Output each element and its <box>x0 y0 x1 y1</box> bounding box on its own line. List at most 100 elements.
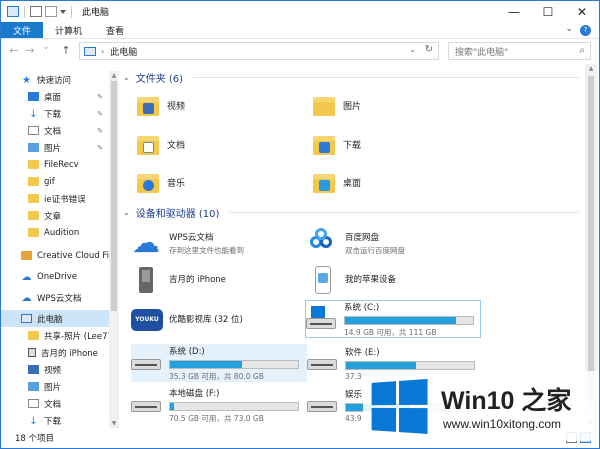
folder-desktop[interactable]: 桌面 <box>313 165 483 199</box>
tab-computer[interactable]: 计算机 <box>43 22 94 38</box>
drive-d[interactable]: 系统 (D:) 35.3 GB 可用，共 80.0 GB <box>131 344 307 382</box>
pc-icon <box>21 314 32 323</box>
group-divider <box>193 77 579 78</box>
sidebar-item-articles[interactable]: 文章 <box>1 207 109 224</box>
pin-icon[interactable]: ✎ <box>97 110 103 118</box>
system-drive-icon <box>306 304 336 334</box>
breadcrumb-separator[interactable]: › <box>101 47 104 56</box>
sidebar-item-quick-access[interactable]: ★ 快速访问 <box>1 71 109 88</box>
folder-music[interactable]: 音乐 <box>137 165 307 199</box>
sidebar-item-label: Creative Cloud Fil <box>37 250 109 261</box>
folder-downloads[interactable]: 下载 <box>313 127 483 161</box>
sidebar-item-label: 下载 <box>44 109 62 120</box>
download-icon: ↓ <box>29 109 38 120</box>
new-folder-icon[interactable] <box>45 6 57 17</box>
search-icon: ⌕ <box>579 45 585 56</box>
sidebar-item-shared-photos[interactable]: 共享-照片 (Lee77 <box>1 327 109 344</box>
device-name: 优酷影视库 (32 位) <box>169 315 243 325</box>
sidebar-item-desktop[interactable]: 桌面 ✎ <box>1 88 109 105</box>
desktop-folder-icon <box>313 171 335 193</box>
sidebar-item-creative-cloud[interactable]: Creative Cloud Fil <box>1 247 109 264</box>
help-button[interactable]: ? <box>580 25 591 36</box>
drive-f[interactable]: 本地磁盘 (F:) 70.5 GB 可用，共 73.0 GB <box>131 386 307 424</box>
device-name: WPS云文档 <box>169 232 214 243</box>
collapse-chevron-icon[interactable]: ⌄ <box>123 208 130 217</box>
device-iphone[interactable]: 吉月的 iPhone <box>131 261 307 299</box>
sidebar-item-label: WPS云文档 <box>37 293 82 304</box>
download-icon: ↓ <box>29 416 38 427</box>
scroll-up-arrow-icon[interactable]: ▲ <box>110 72 118 79</box>
sidebar-item-pictures[interactable]: 图片 ✎ <box>1 139 109 156</box>
hard-drive-icon <box>131 390 161 420</box>
device-my-apple-devices[interactable]: 我的苹果设备 <box>307 261 483 299</box>
sidebar-item-label: 图片 <box>44 382 62 393</box>
folder-label: 音乐 <box>167 178 186 189</box>
item-count: 18 个项目 <box>15 434 55 444</box>
sidebar-item-onedrive[interactable]: ☁ OneDrive <box>1 268 109 285</box>
videos-folder-icon <box>137 94 159 116</box>
device-name: 百度网盘 <box>345 232 380 243</box>
close-button[interactable]: ✕ <box>565 1 599 22</box>
drive-c[interactable]: 系统 (C:) 14.9 GB 可用，共 111 GB <box>305 300 481 338</box>
customize-toolbar-dropdown-icon[interactable] <box>60 9 66 14</box>
sidebar-item-videos[interactable]: 视频 <box>1 361 109 378</box>
tab-file[interactable]: 文件 <box>1 22 44 38</box>
sidebar-item-ie-cert-error[interactable]: ie证书错误 <box>1 190 109 207</box>
minimize-button[interactable]: — <box>497 1 531 22</box>
sidebar-item-documents[interactable]: 文档 ✎ <box>1 122 109 139</box>
device-youku[interactable]: YOUKU 优酷影视库 (32 位) <box>131 301 307 339</box>
hard-drive-icon <box>307 348 337 378</box>
group-title: 文件夹 (6) <box>135 73 184 85</box>
sidebar-item-filerecv[interactable]: FileRecv <box>1 156 109 173</box>
breadcrumb-this-pc[interactable]: 此电脑 <box>110 45 137 58</box>
devices-group-header[interactable]: ⌄ 设备和驱动器 (10) <box>123 205 219 220</box>
toolbar-divider <box>71 5 72 18</box>
back-button[interactable]: ← <box>7 44 21 57</box>
search-input[interactable]: 搜索"此电脑" ⌕ <box>448 42 591 60</box>
pin-icon[interactable]: ✎ <box>97 127 103 135</box>
address-dropdown-icon[interactable]: ⌄ <box>409 45 416 54</box>
sidebar-item-gif[interactable]: gif <box>1 173 109 190</box>
sidebar-item-label: 视频 <box>44 365 62 376</box>
refresh-icon[interactable]: ↻ <box>425 44 433 55</box>
recent-locations-button[interactable]: ⌄ <box>39 42 53 52</box>
sidebar-item-iphone[interactable]: 吉月的 iPhone <box>1 344 109 361</box>
forward-button[interactable]: → <box>23 44 37 57</box>
folder-label: 下载 <box>343 140 362 151</box>
drive-usage-bar <box>169 359 299 369</box>
pin-icon[interactable]: ✎ <box>97 93 103 101</box>
collapse-chevron-icon[interactable]: ⌄ <box>123 73 130 82</box>
maximize-button[interactable]: ☐ <box>531 1 565 22</box>
address-bar[interactable]: › 此电脑 ⌄ ↻ <box>79 42 439 60</box>
sidebar-item-label: FileRecv <box>44 159 79 170</box>
folder-documents[interactable]: 文档 <box>137 127 307 161</box>
sidebar-item-downloads-2[interactable]: ↓ 下载 <box>1 412 109 428</box>
scroll-down-arrow-icon[interactable]: ▼ <box>110 420 118 427</box>
up-button[interactable]: ↑ <box>59 44 73 57</box>
folders-group-header[interactable]: ⌄ 文件夹 (6) <box>123 70 184 85</box>
sidebar-item-this-pc[interactable]: 此电脑 <box>1 310 109 327</box>
site-watermark: Win10 之家 www.win10xitong.com <box>363 371 599 441</box>
pin-icon[interactable]: ✎ <box>97 144 103 152</box>
sidebar-scroll-thumb[interactable] <box>111 81 117 311</box>
device-baidu-netdisk[interactable]: 百度网盘 双击运行百度网盘 <box>307 224 483 262</box>
sidebar-item-wps-cloud[interactable]: ☁ WPS云文档 <box>1 289 109 306</box>
sidebar-scrollbar[interactable]: ▲ ▼ <box>109 71 119 428</box>
sidebar-item-downloads[interactable]: ↓ 下载 ✎ <box>1 105 109 122</box>
expand-ribbon-chevron-icon[interactable]: ⌄ <box>565 24 573 34</box>
wps-cloud-icon: ☁ <box>21 293 32 304</box>
sidebar-item-audition[interactable]: Audition <box>1 224 109 241</box>
device-wps-cloud[interactable]: ☁ WPS云文档 存到这里文件也能看到 <box>131 224 307 262</box>
sidebar-item-label: 文档 <box>44 126 62 137</box>
folder-pictures[interactable]: 图片 <box>313 88 483 122</box>
scroll-up-arrow-icon[interactable]: ▲ <box>587 65 595 72</box>
properties-icon[interactable] <box>30 6 42 17</box>
videos-icon <box>28 365 39 374</box>
tab-view[interactable]: 查看 <box>94 22 136 38</box>
content-scroll-thumb[interactable] <box>588 76 594 406</box>
sidebar-item-pictures-2[interactable]: 图片 <box>1 378 109 395</box>
sidebar-item-documents-2[interactable]: 文档 <box>1 395 109 412</box>
hard-drive-icon <box>307 390 337 420</box>
folder-videos[interactable]: 视频 <box>137 88 307 122</box>
watermark-title: Win10 之家 <box>441 387 572 415</box>
